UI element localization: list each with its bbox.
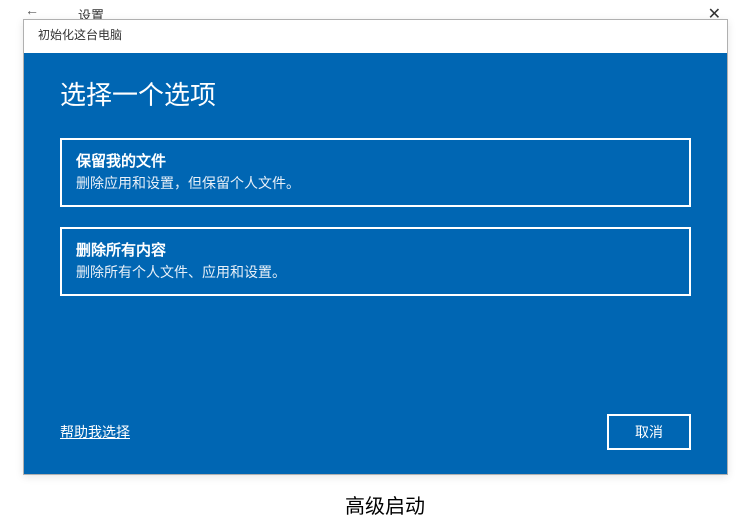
option-remove-everything-title: 删除所有内容	[76, 239, 675, 260]
help-me-choose-link[interactable]: 帮助我选择	[60, 422, 130, 442]
option-keep-files-desc: 删除应用和设置，但保留个人文件。	[76, 173, 675, 193]
option-keep-files-title: 保留我的文件	[76, 150, 675, 171]
dialog-titlebar: 初始化这台电脑	[24, 20, 727, 53]
reset-pc-dialog: 初始化这台电脑 选择一个选项 保留我的文件 删除应用和设置，但保留个人文件。 删…	[23, 19, 728, 475]
cancel-button[interactable]: 取消	[607, 414, 691, 450]
dialog-footer: 帮助我选择 取消	[60, 414, 691, 450]
dialog-body: 选择一个选项 保留我的文件 删除应用和设置，但保留个人文件。 删除所有内容 删除…	[24, 53, 727, 474]
dialog-heading: 选择一个选项	[60, 75, 691, 112]
option-remove-everything[interactable]: 删除所有内容 删除所有个人文件、应用和设置。	[60, 227, 691, 296]
option-remove-everything-desc: 删除所有个人文件、应用和设置。	[76, 262, 675, 282]
advanced-startup-heading: 高级启动	[345, 490, 425, 519]
option-keep-files[interactable]: 保留我的文件 删除应用和设置，但保留个人文件。	[60, 138, 691, 207]
back-arrow-icon[interactable]: ←	[25, 2, 39, 18]
